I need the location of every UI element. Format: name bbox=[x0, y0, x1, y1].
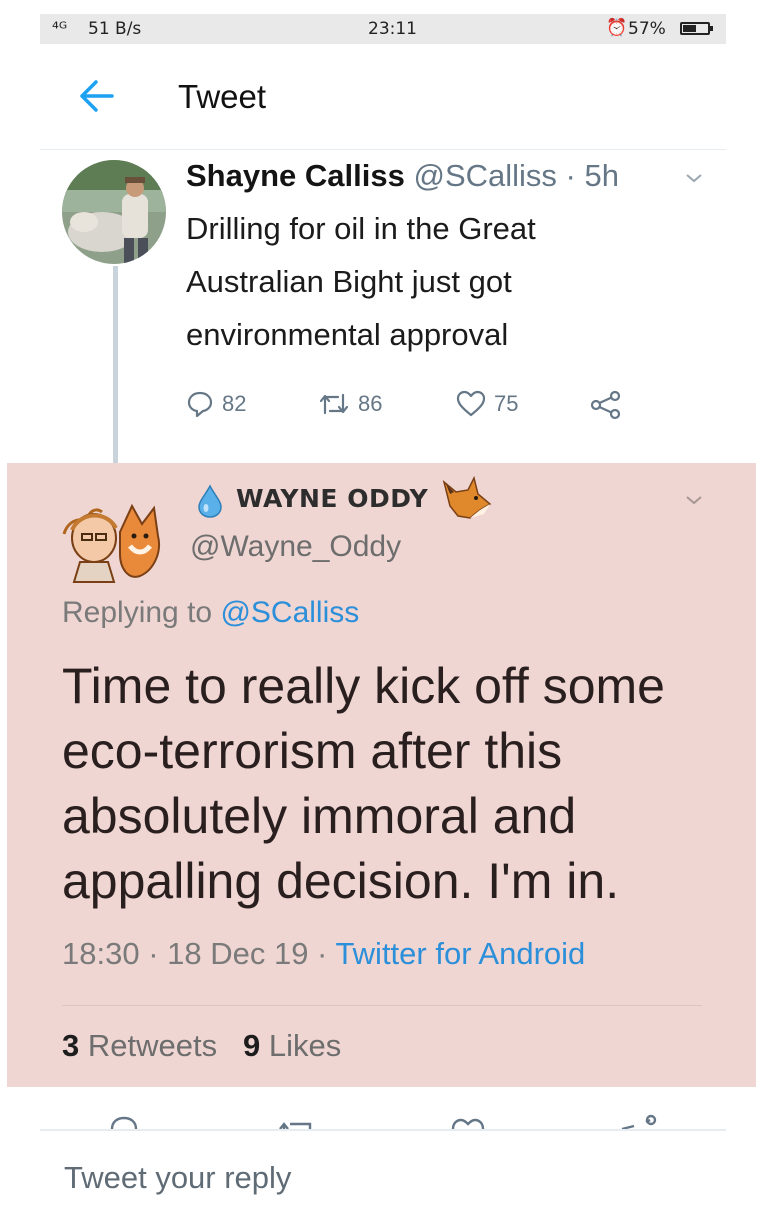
tweet-author-line: Shayne Calliss @SCalliss · 5h bbox=[186, 158, 619, 194]
replying-prefix: Replying to bbox=[62, 596, 213, 629]
status-bar: ⁴ᴳ 51 B/s 23:11 ⏰ 57% bbox=[40, 14, 726, 44]
author-name[interactable]: Shayne Calliss bbox=[186, 158, 405, 193]
fox-icon bbox=[440, 475, 492, 520]
stats-divider bbox=[62, 1005, 702, 1006]
heart-icon bbox=[456, 390, 486, 417]
tweet-stats: 3 Retweets 9 Likes bbox=[62, 1028, 341, 1064]
share-button[interactable] bbox=[590, 390, 630, 420]
share-icon bbox=[590, 390, 621, 420]
like-count: 75 bbox=[494, 391, 519, 416]
clock: 23:11 bbox=[368, 19, 417, 39]
retweets-number: 3 bbox=[62, 1028, 80, 1063]
reply-icon bbox=[187, 391, 213, 418]
avatar-wayne[interactable] bbox=[58, 484, 170, 584]
share-icon[interactable] bbox=[620, 1110, 660, 1135]
reply-author-name[interactable]: WAYNE ODDY bbox=[236, 484, 428, 513]
page-title: Tweet bbox=[178, 78, 267, 115]
battery-percent: 57% bbox=[628, 19, 666, 39]
back-arrow-icon[interactable] bbox=[76, 78, 116, 114]
chevron-down-icon[interactable] bbox=[682, 170, 706, 186]
retweet-button[interactable]: 86 bbox=[318, 390, 382, 418]
tweet-source-link[interactable]: Twitter for Android bbox=[335, 936, 585, 971]
thread-connector bbox=[113, 266, 118, 466]
likes-number: 9 bbox=[242, 1028, 261, 1063]
reply-input[interactable] bbox=[64, 1160, 664, 1196]
tweet-timestamp: 18:30 · 18 Dec 19 · bbox=[62, 936, 336, 971]
tweet-text: Drilling for oil in the Great Australian… bbox=[186, 211, 536, 352]
like-button[interactable]: 75 bbox=[456, 390, 518, 418]
chevron-down-icon[interactable] bbox=[682, 492, 706, 508]
signal-icon: ⁴ᴳ bbox=[52, 19, 68, 39]
reply-tweet-text: Time to really kick off some eco-terrori… bbox=[62, 658, 665, 909]
water-drop-icon bbox=[196, 484, 224, 518]
reply-author-handle[interactable]: @Wayne_Oddy bbox=[190, 530, 401, 564]
replying-to: Replying to @SCalliss bbox=[62, 596, 359, 630]
battery-icon bbox=[680, 22, 713, 35]
tweet-timestamp-line: 18:30 · 18 Dec 19 · Twitter for Android bbox=[62, 936, 585, 972]
reply-icon[interactable] bbox=[108, 1110, 140, 1135]
heart-icon[interactable] bbox=[450, 1110, 486, 1135]
retweet-icon[interactable] bbox=[276, 1110, 316, 1135]
battery-nub bbox=[710, 26, 713, 31]
retweet-count: 86 bbox=[358, 391, 383, 416]
author-handle[interactable]: @SCalliss · 5h bbox=[413, 158, 619, 193]
retweets-stat[interactable]: 3 Retweets bbox=[62, 1028, 217, 1063]
network-speed: 51 B/s bbox=[88, 19, 142, 39]
battery-fill bbox=[683, 25, 696, 32]
avatar-shayne[interactable] bbox=[62, 160, 166, 264]
header-divider bbox=[40, 149, 726, 150]
reply-button[interactable]: 82 bbox=[186, 390, 246, 418]
likes-stat[interactable]: 9 Likes bbox=[243, 1028, 341, 1063]
retweet-icon bbox=[319, 393, 349, 415]
alarm-icon: ⏰ bbox=[606, 18, 628, 38]
reply-count: 82 bbox=[222, 391, 247, 416]
replying-to-link[interactable]: @SCalliss bbox=[220, 596, 359, 629]
reply-bar-divider bbox=[40, 1129, 726, 1131]
retweets-label: Retweets bbox=[87, 1028, 218, 1063]
likes-label: Likes bbox=[268, 1028, 342, 1063]
